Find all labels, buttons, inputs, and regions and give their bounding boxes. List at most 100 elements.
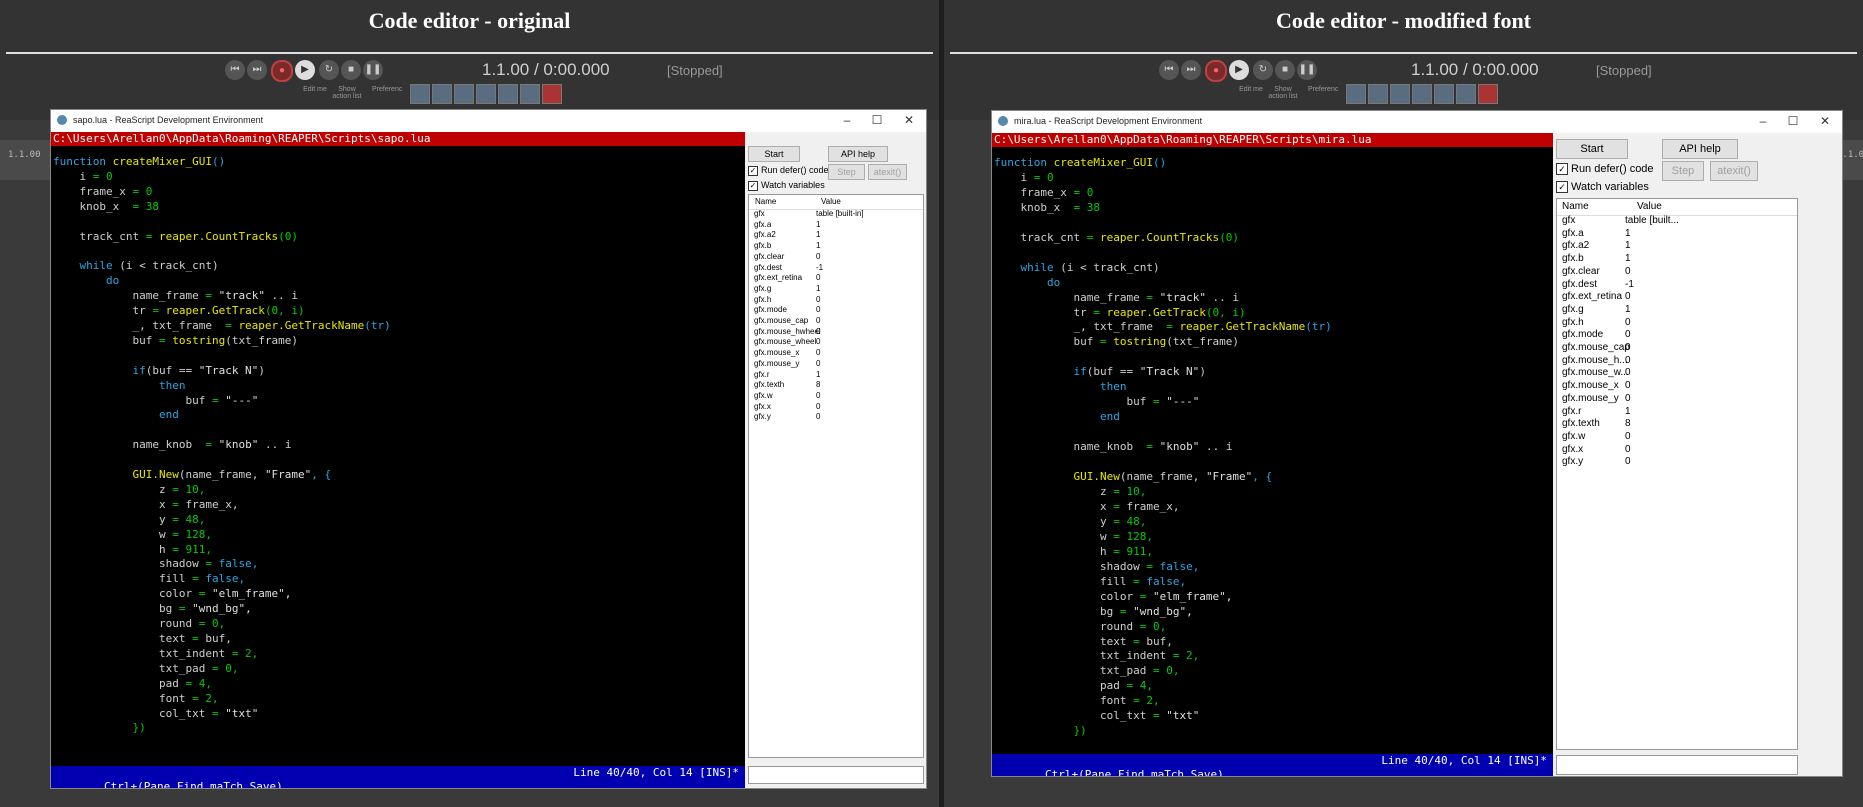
variable-row[interactable]: gfx.a 1 (1557, 228, 1797, 241)
variable-row[interactable]: gfx.r 1 (1557, 406, 1797, 419)
variable-row[interactable]: gfx.h 0 (749, 295, 923, 306)
variable-row[interactable]: gfx.b 1 (1557, 253, 1797, 266)
variable-row[interactable]: gfx.mouse_cap 0 (1557, 342, 1797, 355)
variable-row[interactable]: gfx.texth 8 (1557, 418, 1797, 431)
step-button[interactable]: Step (1662, 161, 1704, 181)
pause-icon[interactable]: ❚❚ (1297, 60, 1317, 80)
watch-variables-checkbox[interactable]: ✓ Watch variables (1556, 181, 1649, 194)
variable-row[interactable]: gfx.clear 0 (1557, 266, 1797, 279)
column-value[interactable]: Value (821, 195, 841, 209)
variable-row[interactable]: gfx.dest -1 (749, 263, 923, 274)
variable-row[interactable]: gfx.g 1 (749, 284, 923, 295)
variable-row[interactable]: gfx.y 0 (1557, 456, 1797, 469)
toolbar-label-actions[interactable]: Show action list (1268, 86, 1298, 100)
step-button[interactable]: Step (828, 164, 865, 180)
toolbar-select-icon[interactable] (520, 84, 540, 104)
variable-row[interactable]: gfx.mouse_y 0 (749, 359, 923, 370)
toolbar-label-actions[interactable]: Show action list (332, 86, 362, 100)
minimize-icon[interactable]: – (1756, 114, 1770, 128)
code-text[interactable]: function createMixer_GUI() i = 0 frame_x… (994, 156, 1553, 739)
toolbar-ripple-icon[interactable] (1390, 84, 1410, 104)
pause-icon[interactable]: ❚❚ (363, 60, 383, 80)
variable-row[interactable]: gfx.x 0 (749, 402, 923, 413)
variable-row[interactable]: gfx.a2 1 (749, 230, 923, 241)
variable-row[interactable]: gfx.mouse_w... 0 (1557, 367, 1797, 380)
variable-row[interactable]: gfx.mouse_cap 0 (749, 316, 923, 327)
repeat-icon[interactable]: ↻ (319, 60, 339, 80)
variables-list[interactable]: Name Value gfx table [built-in] gfx.a 1 gfx.… (748, 194, 924, 758)
variable-row[interactable]: gfx.mouse_y 0 (1557, 393, 1797, 406)
close-icon[interactable]: ✕ (1818, 114, 1832, 128)
toolbar-grid-icon[interactable] (410, 84, 430, 104)
toolbar-envelope-icon[interactable] (476, 84, 496, 104)
toolbar-snap-icon[interactable] (1368, 84, 1388, 104)
watch-variables-checkbox[interactable]: ✓ Watch variables (748, 180, 825, 191)
column-name[interactable]: Name (755, 195, 776, 209)
record-icon[interactable]: ● (271, 60, 293, 82)
toolbar-label-prefs[interactable]: Preferenc (372, 86, 402, 93)
api-help-button[interactable]: API help (828, 146, 888, 162)
stop-icon[interactable]: ■ (341, 60, 361, 80)
run-defer-checkbox[interactable]: ✓ Run defer() code (748, 165, 829, 176)
variable-row[interactable]: gfx.mode 0 (1557, 329, 1797, 342)
toolbar-pencil-icon[interactable] (1434, 84, 1454, 104)
arm-icon[interactable] (1478, 84, 1498, 104)
toolbar-ripple-icon[interactable] (454, 84, 474, 104)
variable-row[interactable]: gfx.texth 8 (749, 380, 923, 391)
variable-row[interactable]: gfx.mouse_x 0 (749, 348, 923, 359)
play-icon[interactable]: ▶ (295, 60, 315, 80)
variable-row[interactable]: gfx.h 0 (1557, 317, 1797, 330)
variable-row[interactable]: gfx table [built... (1557, 215, 1797, 228)
toolbar-snap-icon[interactable] (432, 84, 452, 104)
code-text[interactable]: function createMixer_GUI() i = 0 frame_x… (53, 155, 745, 736)
toolbar-label-edit[interactable]: Edit me (300, 86, 330, 93)
go-end-icon[interactable]: ⏭ (247, 60, 267, 80)
go-start-icon[interactable]: ⏮ (1159, 60, 1179, 80)
toolbar-envelope-icon[interactable] (1412, 84, 1432, 104)
code-editor[interactable]: C:\Users\Arellan0\AppData\Roaming\REAPER… (992, 133, 1553, 776)
variable-row[interactable]: gfx.r 1 (749, 370, 923, 381)
start-button[interactable]: Start (1556, 139, 1628, 159)
variable-input[interactable] (748, 766, 924, 784)
variable-input[interactable] (1556, 755, 1798, 775)
variable-row[interactable]: gfx.w 0 (1557, 431, 1797, 444)
variable-row[interactable]: gfx.b 1 (749, 241, 923, 252)
arm-icon[interactable] (542, 84, 562, 104)
atexit-button[interactable]: atexit() (868, 164, 907, 180)
maximize-icon[interactable]: ☐ (1786, 114, 1800, 128)
stop-icon[interactable]: ■ (1275, 60, 1295, 80)
toolbar-select-icon[interactable] (1456, 84, 1476, 104)
variable-row[interactable]: gfx.g 1 (1557, 304, 1797, 317)
column-name[interactable]: Name (1562, 199, 1589, 215)
variables-list[interactable]: Name Value gfx table [built... gfx.a 1 gfx.a… (1556, 198, 1798, 750)
variable-row[interactable]: gfx.ext_retina 0 (749, 273, 923, 284)
toolbar-label-edit[interactable]: Edit me (1236, 86, 1266, 93)
start-button[interactable]: Start (748, 146, 800, 162)
play-icon[interactable]: ▶ (1229, 60, 1249, 80)
column-value[interactable]: Value (1637, 199, 1662, 215)
variable-row[interactable]: gfx.mouse_h... 0 (1557, 355, 1797, 368)
variable-row[interactable]: gfx.dest -1 (1557, 279, 1797, 292)
variable-row[interactable]: gfx table [built-in] (749, 209, 923, 220)
minimize-icon[interactable]: – (840, 113, 854, 127)
code-editor[interactable]: C:\Users\Arellan0\AppData\Roaming\REAPER… (51, 132, 745, 788)
atexit-button[interactable]: atexit() (1710, 161, 1758, 181)
variable-row[interactable]: gfx.mouse_x 0 (1557, 380, 1797, 393)
variable-row[interactable]: gfx.clear 0 (749, 252, 923, 263)
variable-row[interactable]: gfx.mouse_wheel 0 (749, 337, 923, 348)
toolbar-grid-icon[interactable] (1346, 84, 1366, 104)
variable-row[interactable]: gfx.a 1 (749, 220, 923, 231)
variable-row[interactable]: gfx.w 0 (749, 391, 923, 402)
record-icon[interactable]: ● (1205, 60, 1227, 82)
variable-row[interactable]: gfx.x 0 (1557, 444, 1797, 457)
go-end-icon[interactable]: ⏭ (1181, 60, 1201, 80)
close-icon[interactable]: ✕ (902, 113, 916, 127)
go-start-icon[interactable]: ⏮ (225, 60, 245, 80)
variable-row[interactable]: gfx.mode 0 (749, 305, 923, 316)
api-help-button[interactable]: API help (1662, 139, 1738, 159)
variable-row[interactable]: gfx.mouse_hwheel 0 (749, 327, 923, 338)
maximize-icon[interactable]: ☐ (870, 113, 884, 127)
variable-row[interactable]: gfx.ext_retina 0 (1557, 291, 1797, 304)
toolbar-pencil-icon[interactable] (498, 84, 518, 104)
run-defer-checkbox[interactable]: ✓ Run defer() code (1556, 163, 1654, 176)
